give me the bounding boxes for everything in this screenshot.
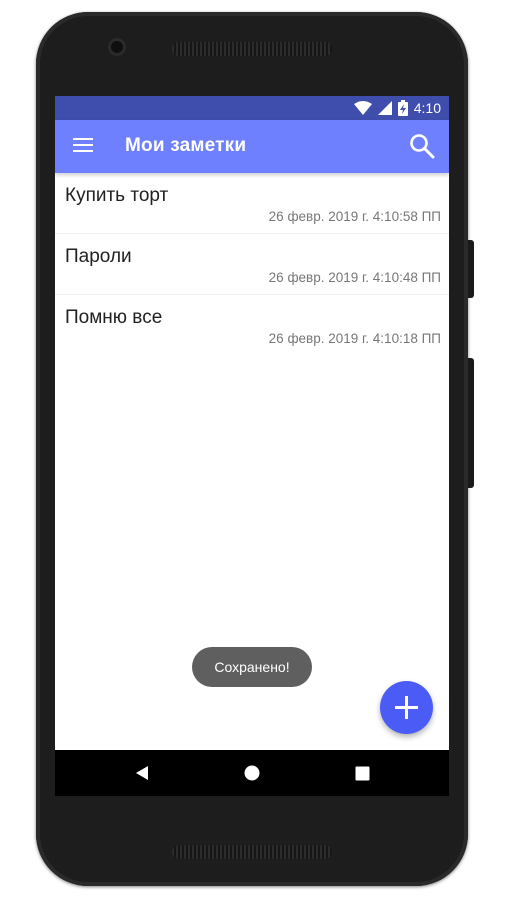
note-item[interactable]: Купить торт 26 февр. 2019 г. 4:10:58 ПП xyxy=(55,173,449,234)
app-title: Мои заметки xyxy=(125,135,247,156)
power-button xyxy=(468,240,474,298)
menu-icon[interactable] xyxy=(73,138,93,154)
home-button[interactable] xyxy=(232,750,272,796)
search-icon[interactable] xyxy=(409,133,435,159)
status-time: 4:10 xyxy=(413,100,441,116)
front-camera xyxy=(108,38,126,56)
toast-message: Сохранено! xyxy=(192,647,312,687)
screen: 4:10 Мои заметки Купить торт 26 февр. 20… xyxy=(55,96,449,796)
add-note-button[interactable] xyxy=(380,681,433,734)
note-title: Пароли xyxy=(65,246,132,267)
recents-button[interactable] xyxy=(342,750,382,796)
note-item[interactable]: Пароли 26 февр. 2019 г. 4:10:48 ПП xyxy=(55,234,449,295)
back-button[interactable] xyxy=(122,750,162,796)
status-bar: 4:10 xyxy=(55,96,449,120)
status-icons: 4:10 xyxy=(353,96,441,120)
note-title: Помню все xyxy=(65,307,163,328)
top-speaker xyxy=(172,42,332,56)
note-date: 26 февр. 2019 г. 4:10:18 ПП xyxy=(268,331,441,346)
note-date: 26 февр. 2019 г. 4:10:58 ПП xyxy=(268,209,441,224)
app-bar: Мои заметки xyxy=(55,120,449,173)
signal-icon xyxy=(377,101,392,115)
volume-button xyxy=(468,358,474,488)
bottom-speaker xyxy=(172,845,332,859)
back-icon xyxy=(136,766,148,780)
note-item[interactable]: Помню все 26 февр. 2019 г. 4:10:18 ПП xyxy=(55,295,449,355)
note-title: Купить торт xyxy=(65,185,169,206)
notes-list: Купить торт 26 февр. 2019 г. 4:10:58 ПП … xyxy=(55,173,449,355)
wifi-icon xyxy=(353,101,372,115)
note-date: 26 февр. 2019 г. 4:10:48 ПП xyxy=(268,270,441,285)
home-icon xyxy=(244,765,260,781)
recents-icon xyxy=(355,766,369,780)
battery-charging-icon xyxy=(397,100,408,116)
navigation-bar xyxy=(55,750,449,796)
